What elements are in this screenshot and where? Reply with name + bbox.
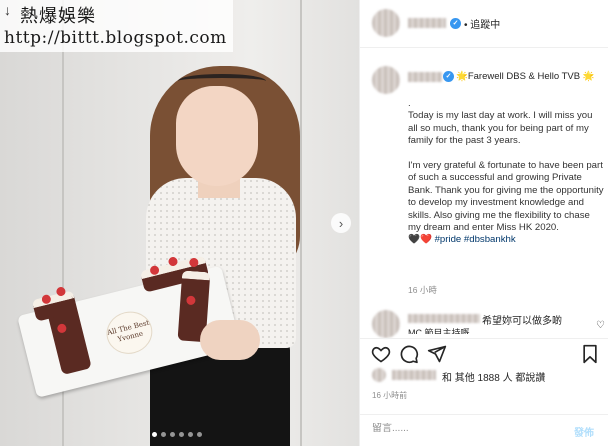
watermark-title: 熱爆娛樂 xyxy=(20,6,96,27)
commenter-name-blurred[interactable] xyxy=(408,314,480,323)
heart-icon[interactable] xyxy=(370,343,392,365)
username-blurred[interactable] xyxy=(408,72,442,82)
post-header: ✓ • 追蹤中 xyxy=(360,0,608,48)
comment-row: 希望妳可以做多啲 MC 節目主持嘅 ♡ xyxy=(372,310,605,338)
caption-text: . Today is my last day at work. I will m… xyxy=(408,98,604,234)
post-photo[interactable]: All The Best Yvonne ↓ 熱爆娛樂 http://bittt.… xyxy=(0,0,359,446)
avatar[interactable] xyxy=(372,310,400,338)
comment-icon[interactable] xyxy=(398,343,420,365)
comment-text-cut: MC 節目主持嘅 xyxy=(408,328,470,334)
carousel-dot[interactable] xyxy=(161,432,166,437)
comment-text: 希望妳可以做多啲 xyxy=(482,316,562,327)
hashtags-link[interactable]: #pride #dbsbankhk xyxy=(435,234,516,245)
carousel-dot[interactable] xyxy=(197,432,202,437)
carousel-dot[interactable] xyxy=(179,432,184,437)
carousel-dot[interactable] xyxy=(152,432,157,437)
add-comment-bar: 發佈 xyxy=(360,414,608,446)
carousel-dot[interactable] xyxy=(188,432,193,437)
likes-count-text[interactable]: 和 其他 1888 人 都說讚 xyxy=(442,369,545,384)
action-bar xyxy=(360,338,608,368)
watermark-url: http://bittt.blogspot.com xyxy=(4,28,227,48)
liker-name-blurred[interactable] xyxy=(392,370,436,380)
arrow-down-icon: ↓ xyxy=(4,2,11,18)
likes-summary: 和 其他 1888 人 都說讚 xyxy=(372,368,602,384)
wall-divider xyxy=(300,0,302,446)
caption-section: ✓ 🌟Farewell DBS & Hello TVB 🌟 . Today is… xyxy=(360,58,608,308)
caption-timestamp: 16 小時 xyxy=(408,285,437,295)
post-timestamp: 16 小時前 xyxy=(372,391,408,400)
carousel-dots xyxy=(152,432,202,437)
caption-body: . Today is my last day at work. I will m… xyxy=(408,98,604,247)
avatar[interactable] xyxy=(372,368,386,382)
person-arm xyxy=(200,320,260,360)
avatar[interactable] xyxy=(372,66,400,94)
chevron-right-icon: › xyxy=(338,215,344,231)
carousel-next-button[interactable]: › xyxy=(331,213,351,233)
bookmark-icon[interactable] xyxy=(579,343,601,365)
caption-headline: 🌟Farewell DBS & Hello TVB 🌟 xyxy=(456,71,595,82)
post-comment-button[interactable]: 發佈 xyxy=(574,424,594,439)
share-icon[interactable] xyxy=(426,343,448,365)
verified-badge-icon: ✓ xyxy=(443,71,454,82)
username-blurred[interactable] xyxy=(408,18,446,28)
post-panel: ✓ • 追蹤中 ✓ 🌟Farewell DBS & Hello TVB 🌟 . … xyxy=(359,0,608,446)
heart-emojis: 🖤❤️ xyxy=(408,234,432,246)
comment-input[interactable] xyxy=(372,423,532,434)
avatar[interactable] xyxy=(372,9,400,37)
site-watermark: ↓ 熱爆娛樂 http://bittt.blogspot.com xyxy=(0,0,233,52)
heart-outline-icon[interactable]: ♡ xyxy=(596,320,605,331)
following-status[interactable]: • 追蹤中 xyxy=(464,16,500,31)
carousel-dot[interactable] xyxy=(170,432,175,437)
person-face xyxy=(176,86,258,186)
person-headband xyxy=(178,74,266,88)
verified-badge-icon: ✓ xyxy=(450,18,461,29)
